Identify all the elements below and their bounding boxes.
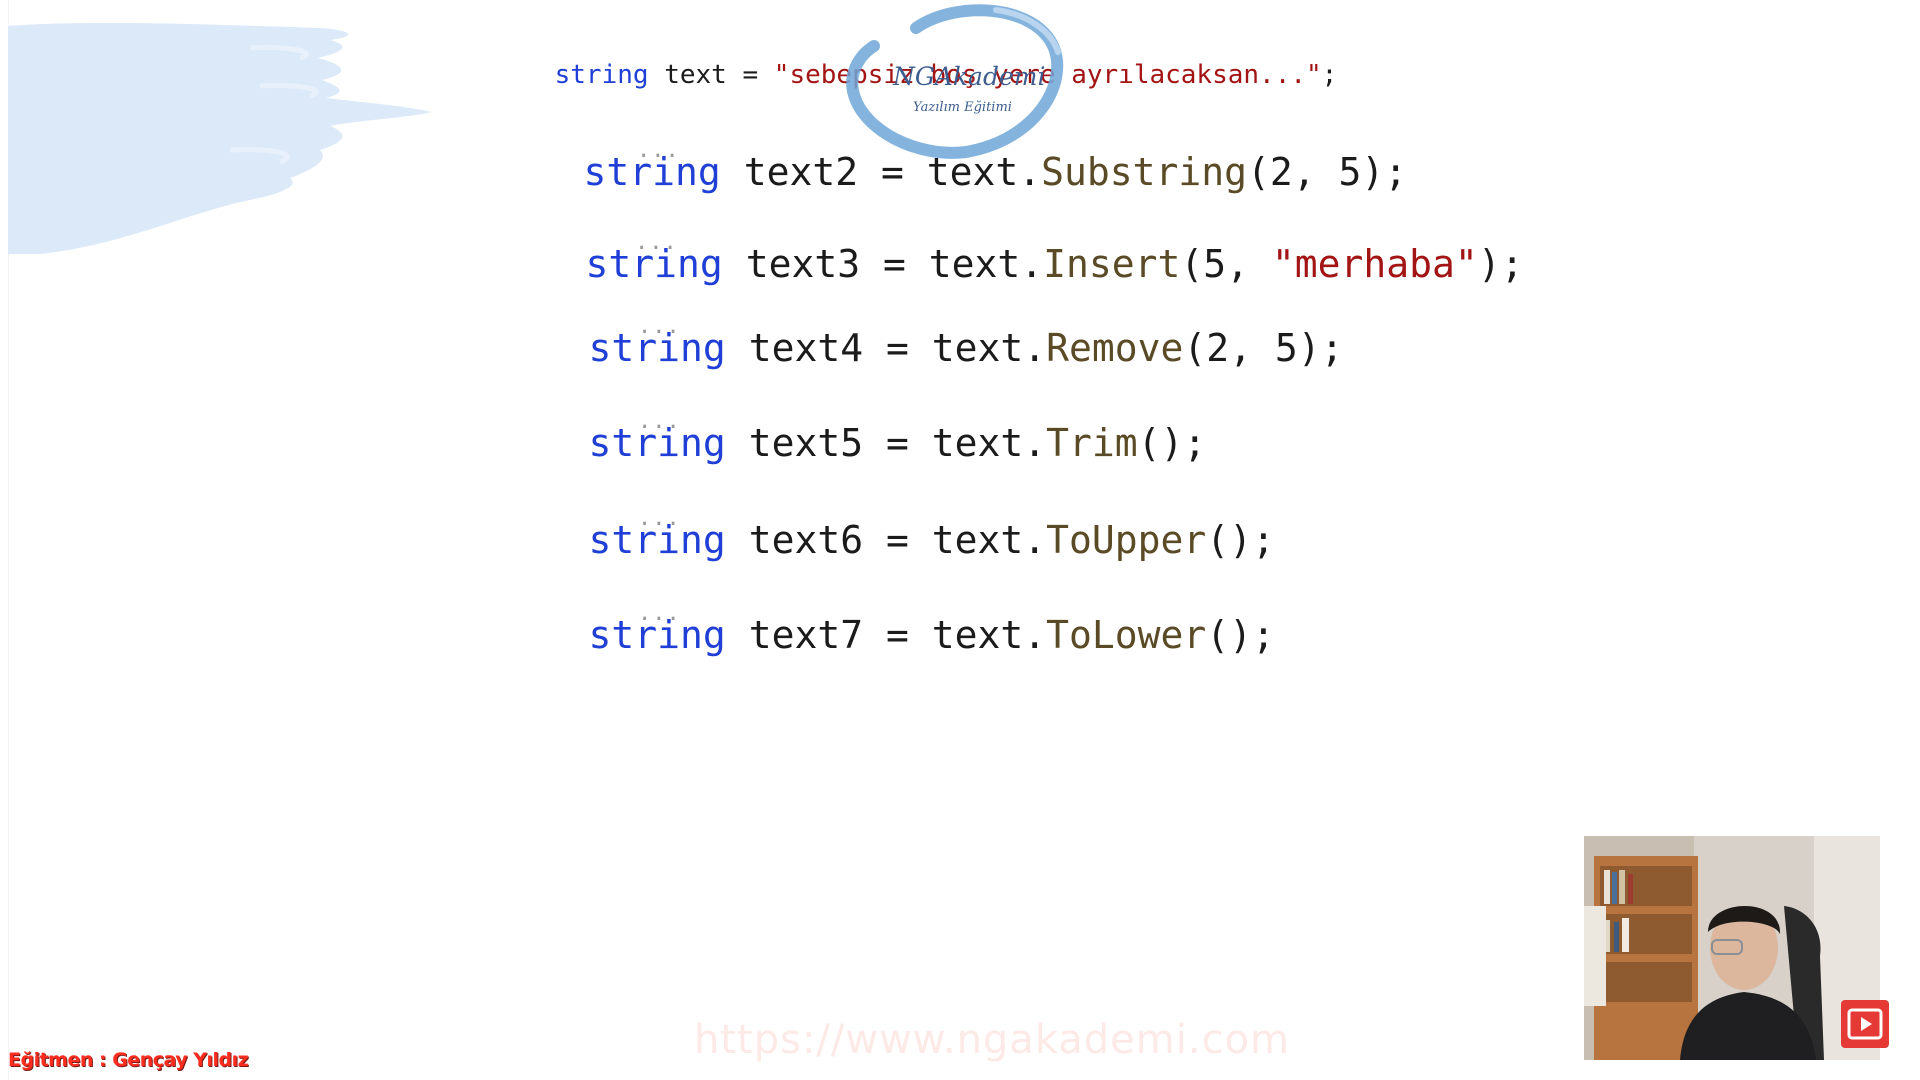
play-button[interactable]	[1841, 1000, 1889, 1048]
operator: =	[863, 518, 932, 562]
suggestion-dots: ...	[638, 314, 681, 339]
variable-name: text2	[743, 150, 859, 194]
suggestion-dots: ...	[638, 409, 681, 434]
webcam-feed	[1584, 836, 1880, 1060]
object-ref: text.	[931, 518, 1047, 562]
keyword: string	[554, 60, 649, 90]
variable-name: text6	[748, 518, 864, 562]
code-line-7: string text7 = text.ToLower();	[497, 569, 1275, 701]
operator: =	[726, 60, 774, 90]
method-name: ToLower	[1046, 613, 1207, 657]
method-name: ToUpper	[1046, 518, 1207, 562]
logo-name: NGAkademi	[893, 62, 1046, 91]
operator: =	[863, 326, 932, 370]
method-name: Insert	[1043, 242, 1181, 286]
webcam-overlay	[1584, 836, 1880, 1060]
method-name: Remove	[1046, 326, 1184, 370]
operator: =	[860, 242, 929, 286]
arguments: );	[1477, 242, 1524, 286]
object-ref: text.	[931, 326, 1047, 370]
variable-name: text5	[748, 421, 864, 465]
play-icon	[1847, 1008, 1883, 1040]
arguments: ();	[1206, 518, 1275, 562]
suggestion-dots: ...	[638, 601, 681, 626]
arguments: (5,	[1180, 242, 1272, 286]
instructor-caption: Eğitmen : Gençay Yıldız	[8, 1049, 249, 1071]
arguments: (2, 5);	[1247, 150, 1408, 194]
object-ref: text.	[928, 242, 1044, 286]
semicolon: ;	[1321, 60, 1338, 90]
method-name: Trim	[1046, 421, 1138, 465]
object-ref: text.	[931, 613, 1047, 657]
variable-name: text4	[748, 326, 864, 370]
variable-name: text3	[745, 242, 861, 286]
arguments: ();	[1206, 613, 1275, 657]
operator: =	[863, 421, 932, 465]
suggestion-dots: ...	[637, 138, 680, 163]
variable-name: text7	[748, 613, 864, 657]
arguments: (2, 5);	[1183, 326, 1344, 370]
string-literal: "merhaba"	[1271, 242, 1478, 286]
operator: =	[863, 613, 932, 657]
logo-tagline: Yazılım Eğitimi	[913, 100, 1012, 115]
suggestion-dots: ...	[638, 506, 681, 531]
variable-name: text	[664, 60, 727, 90]
website-watermark: https://www.ngakademi.com	[694, 1017, 1291, 1063]
suggestion-dots: ...	[635, 230, 678, 255]
arguments: ();	[1137, 421, 1207, 465]
object-ref: text.	[931, 421, 1047, 465]
